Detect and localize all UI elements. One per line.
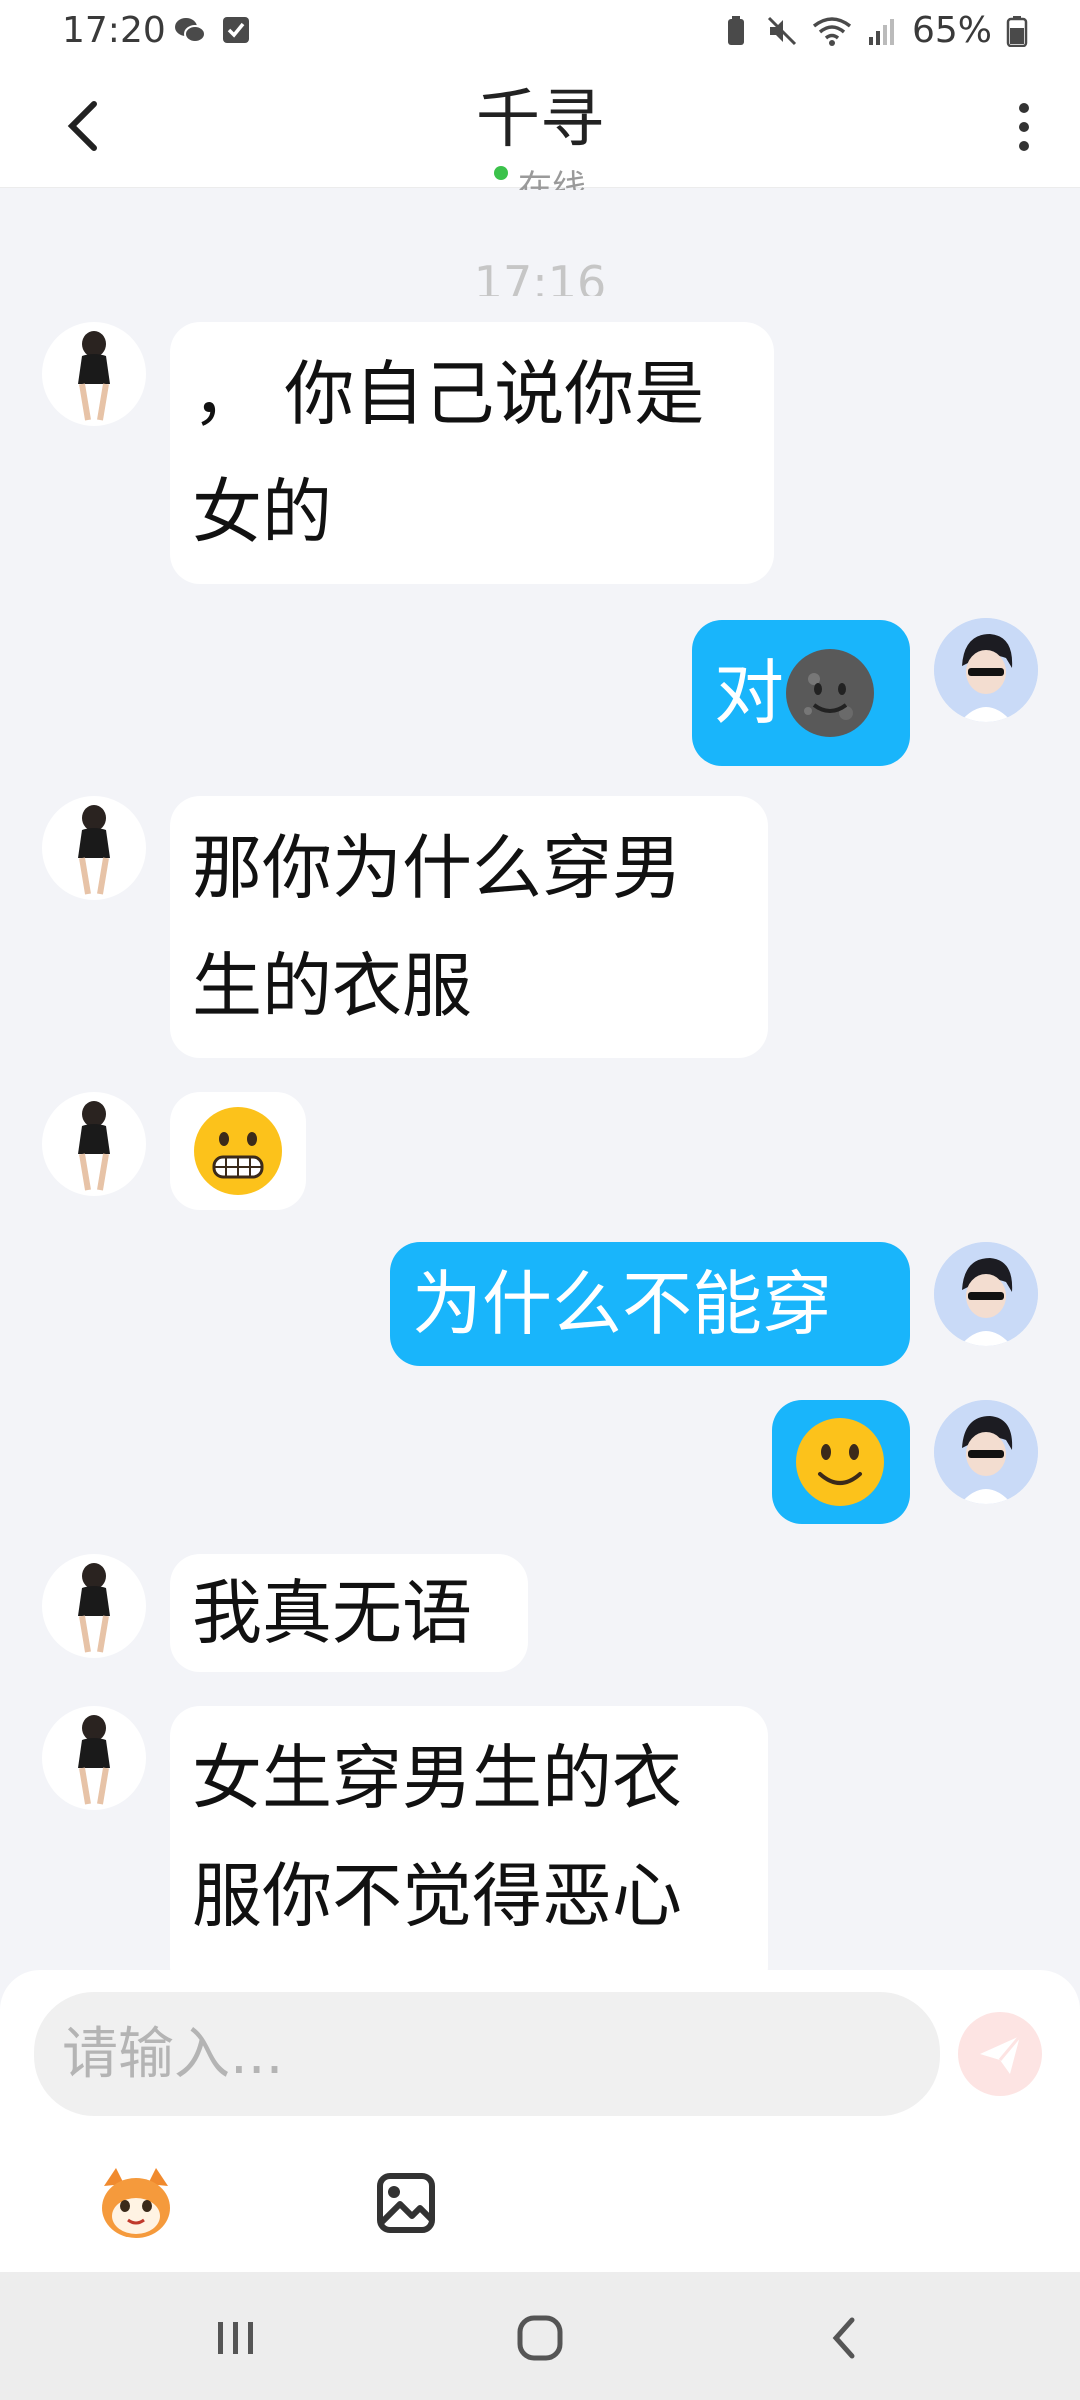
- message-list[interactable]: 17:16 ， 你自己说你是 女的 对 那你为什么穿男 生的衣服 为什么不能穿 …: [0, 188, 1080, 1970]
- contact-avatar[interactable]: [42, 322, 146, 426]
- message-bubble-incoming[interactable]: 那你为什么穿男 生的衣服: [170, 796, 768, 1058]
- my-avatar[interactable]: [934, 1242, 1038, 1346]
- message-bubble-incoming[interactable]: [170, 1092, 306, 1210]
- paper-plane-icon: [980, 2035, 1022, 2074]
- message-text-line: 那你为什么穿男: [192, 827, 682, 909]
- contact-avatar[interactable]: [42, 1554, 146, 1658]
- contact-avatar[interactable]: [42, 1092, 146, 1196]
- send-button[interactable]: [958, 2012, 1042, 2096]
- message-bubble-outgoing[interactable]: 对: [692, 620, 910, 766]
- message-composer: [0, 1970, 1080, 2272]
- image-button[interactable]: [362, 2160, 446, 2244]
- message-input[interactable]: [34, 1992, 940, 2116]
- message-timestamp: 17:16: [473, 256, 607, 296]
- girl-character-avatar-icon: [78, 805, 110, 895]
- battery-percent: 65%: [911, 10, 992, 51]
- online-status-text: 在线: [518, 168, 586, 190]
- message-text-line: 服你不觉得恶心: [192, 1855, 682, 1937]
- online-status: 在线: [0, 160, 1080, 190]
- vertical-dots-icon[interactable]: [1018, 102, 1030, 152]
- online-dot-icon: [494, 166, 508, 180]
- sticker-button[interactable]: [94, 2160, 178, 2244]
- message-text-line: ， 你自己说你是: [192, 353, 705, 435]
- back-nav-icon[interactable]: [816, 2310, 872, 2366]
- message-text-line: 女的: [192, 471, 332, 553]
- message-bubble-outgoing[interactable]: [772, 1400, 910, 1524]
- boy-character-avatar-icon: [934, 1242, 1038, 1346]
- signal-icon: [868, 18, 894, 45]
- message-bubble-incoming[interactable]: 我真无语: [170, 1554, 528, 1672]
- message-text-line: 生的衣服: [192, 945, 472, 1027]
- status-time: 17:20: [62, 10, 166, 51]
- girl-character-avatar-icon: [78, 331, 110, 421]
- mascot-sticker-icon: [102, 2168, 170, 2238]
- wifi-icon: [812, 16, 852, 46]
- home-icon[interactable]: [512, 2310, 568, 2366]
- girl-character-avatar-icon: [78, 1563, 110, 1653]
- recent-apps-icon[interactable]: [208, 2310, 264, 2366]
- message-bubble-incoming[interactable]: 女生穿男生的衣 服你不觉得恶心: [170, 1706, 768, 1970]
- checkbox-notification-icon: [223, 17, 249, 43]
- battery-icon: [1006, 15, 1028, 47]
- contact-avatar[interactable]: [42, 796, 146, 900]
- boy-character-avatar-icon: [934, 1400, 1038, 1504]
- message-text-line: 女生穿男生的衣: [192, 1737, 682, 1819]
- new-moon-face-emoji-icon: [786, 649, 874, 737]
- message-text: 对: [714, 652, 784, 734]
- grimacing-face-emoji-icon: [194, 1107, 282, 1195]
- mute-icon: [767, 16, 797, 45]
- girl-character-avatar-icon: [78, 1715, 110, 1805]
- message-bubble-incoming[interactable]: ， 你自己说你是 女的: [170, 322, 774, 584]
- my-avatar[interactable]: [934, 618, 1038, 722]
- status-bar: 17:20 65%: [0, 0, 1080, 62]
- contact-name: 千寻: [476, 83, 604, 157]
- message-text: 为什么不能穿: [412, 1263, 832, 1345]
- contact-avatar[interactable]: [42, 1706, 146, 1810]
- chat-header: 千寻 在线: [0, 62, 1080, 190]
- wechat-notification-icon: [175, 18, 206, 43]
- message-text: 我真无语: [192, 1572, 472, 1654]
- system-nav-bar: [0, 2272, 1080, 2400]
- image-gallery-icon: [377, 2173, 435, 2233]
- slightly-smiling-face-emoji-icon: [796, 1418, 884, 1506]
- girl-character-avatar-icon: [78, 1101, 110, 1191]
- my-avatar[interactable]: [934, 1400, 1038, 1504]
- battery-saver-icon: [727, 15, 744, 45]
- message-bubble-outgoing[interactable]: 为什么不能穿: [390, 1242, 910, 1366]
- boy-character-avatar-icon: [934, 618, 1038, 722]
